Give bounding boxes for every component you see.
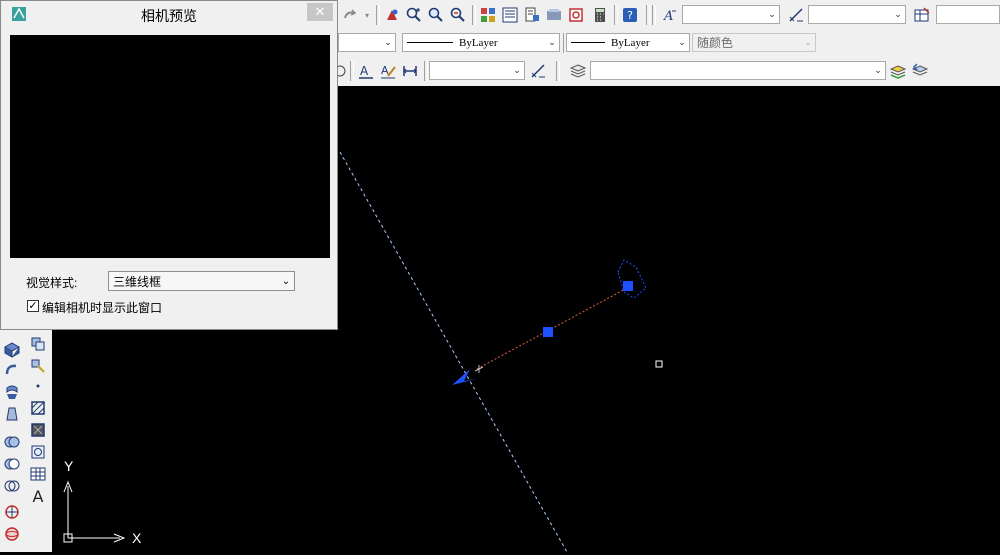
dialog-title-bar[interactable]: 相机预览 ✕	[1, 1, 337, 27]
redo-dropdown-icon[interactable]: ▾	[362, 5, 372, 25]
orbit-icon[interactable]	[2, 502, 22, 522]
intersect-icon[interactable]	[2, 476, 22, 496]
ucs-icon: Y X	[60, 456, 150, 546]
help-icon[interactable]: ?	[620, 5, 640, 25]
visual-style-select[interactable]: 三维线框 ⌄	[108, 271, 295, 291]
table-style-select[interactable]	[936, 5, 1000, 24]
hatch-icon[interactable]	[28, 398, 48, 418]
plot-style-value: 随颜色	[697, 36, 734, 50]
svg-text:?: ?	[627, 9, 633, 22]
revolve-icon[interactable]	[2, 360, 22, 380]
pan-realtime-icon[interactable]	[382, 5, 402, 25]
color-control-partial[interactable]: ⌄	[338, 33, 396, 52]
visual-style-label: 视觉样式:	[26, 276, 78, 290]
region-icon[interactable]	[28, 442, 48, 462]
sweep-icon[interactable]	[2, 382, 22, 402]
clip-plane-line	[339, 151, 568, 553]
dialog-title: 相机预览	[141, 8, 197, 24]
block-insert-icon[interactable]	[28, 334, 48, 354]
show-window-checkbox[interactable]: ✓	[27, 300, 39, 312]
linetype-value: ByLayer	[459, 36, 498, 49]
properties-icon[interactable]	[478, 5, 498, 25]
make-layer-current-icon[interactable]	[888, 61, 908, 81]
point-icon[interactable]	[28, 376, 48, 396]
layer-previous-icon[interactable]	[910, 61, 930, 81]
zoom-realtime-icon[interactable]	[404, 5, 424, 25]
redo-icon[interactable]	[340, 5, 360, 25]
calculator-icon[interactable]	[590, 5, 610, 25]
zoom-window-icon[interactable]	[426, 5, 446, 25]
mtext-button[interactable]: A	[28, 486, 48, 506]
camera-preview-dialog: 相机预览 ✕ 视觉样式: 三维线框 ⌄ ✓ 编辑相机时显示此窗口	[0, 0, 338, 330]
visual-style-value: 三维线框	[113, 274, 162, 289]
sheet-set-icon[interactable]	[544, 5, 564, 25]
loft-icon[interactable]	[2, 404, 22, 424]
subtract-icon[interactable]	[2, 454, 22, 474]
text-style-icon[interactable]: A	[660, 5, 680, 25]
ucs-x-label: X	[132, 530, 142, 546]
ucs-y-label: Y	[64, 458, 74, 474]
camera-midpoint-grip[interactable]	[543, 327, 553, 337]
plot-style-select[interactable]: 随颜色 ⌄	[692, 33, 816, 52]
camera-glyph-icon[interactable]	[617, 259, 647, 299]
zoom-previous-icon[interactable]	[448, 5, 468, 25]
dim-edit-icon[interactable]: A	[378, 61, 398, 81]
text-edit-icon[interactable]: A	[356, 61, 376, 81]
sphere-icon[interactable]	[2, 524, 22, 544]
make-block-icon[interactable]	[28, 356, 48, 376]
chevron-down-icon: ⌄	[281, 275, 291, 287]
svg-text:A: A	[663, 9, 673, 23]
design-center-icon[interactable]	[500, 5, 520, 25]
mtext-label: A	[32, 486, 44, 506]
gradient-icon[interactable]	[28, 420, 48, 440]
text-style-select[interactable]: ⌄	[682, 5, 780, 24]
dim-override-icon[interactable]	[528, 61, 548, 81]
markup-icon[interactable]	[566, 5, 586, 25]
dim-style-select[interactable]: ⌄	[808, 5, 906, 24]
pick-box	[655, 360, 663, 368]
dim-style-icon[interactable]	[786, 5, 806, 25]
linetype-select[interactable]: ByLayer ⌄	[402, 33, 560, 52]
show-window-label[interactable]: 编辑相机时显示此窗口	[42, 299, 162, 316]
dim-update-icon[interactable]	[400, 61, 420, 81]
svg-text:A: A	[360, 64, 369, 78]
table-style-icon[interactable]	[912, 5, 932, 25]
tool-palettes-icon[interactable]	[522, 5, 542, 25]
dim-style-control[interactable]: ⌄	[429, 61, 525, 80]
close-button[interactable]: ✕	[307, 3, 333, 21]
lineweight-value: ByLayer	[611, 36, 650, 49]
union-icon[interactable]	[2, 432, 22, 452]
layer-select[interactable]: ⌄	[590, 61, 886, 80]
table-icon[interactable]	[28, 464, 48, 484]
layers-icon[interactable]	[568, 61, 588, 81]
lineweight-select[interactable]: ByLayer ⌄	[566, 33, 690, 52]
camera-preview-viewport	[10, 35, 330, 258]
box-solid-icon[interactable]	[2, 340, 22, 360]
left-toolbars: A	[0, 330, 53, 552]
